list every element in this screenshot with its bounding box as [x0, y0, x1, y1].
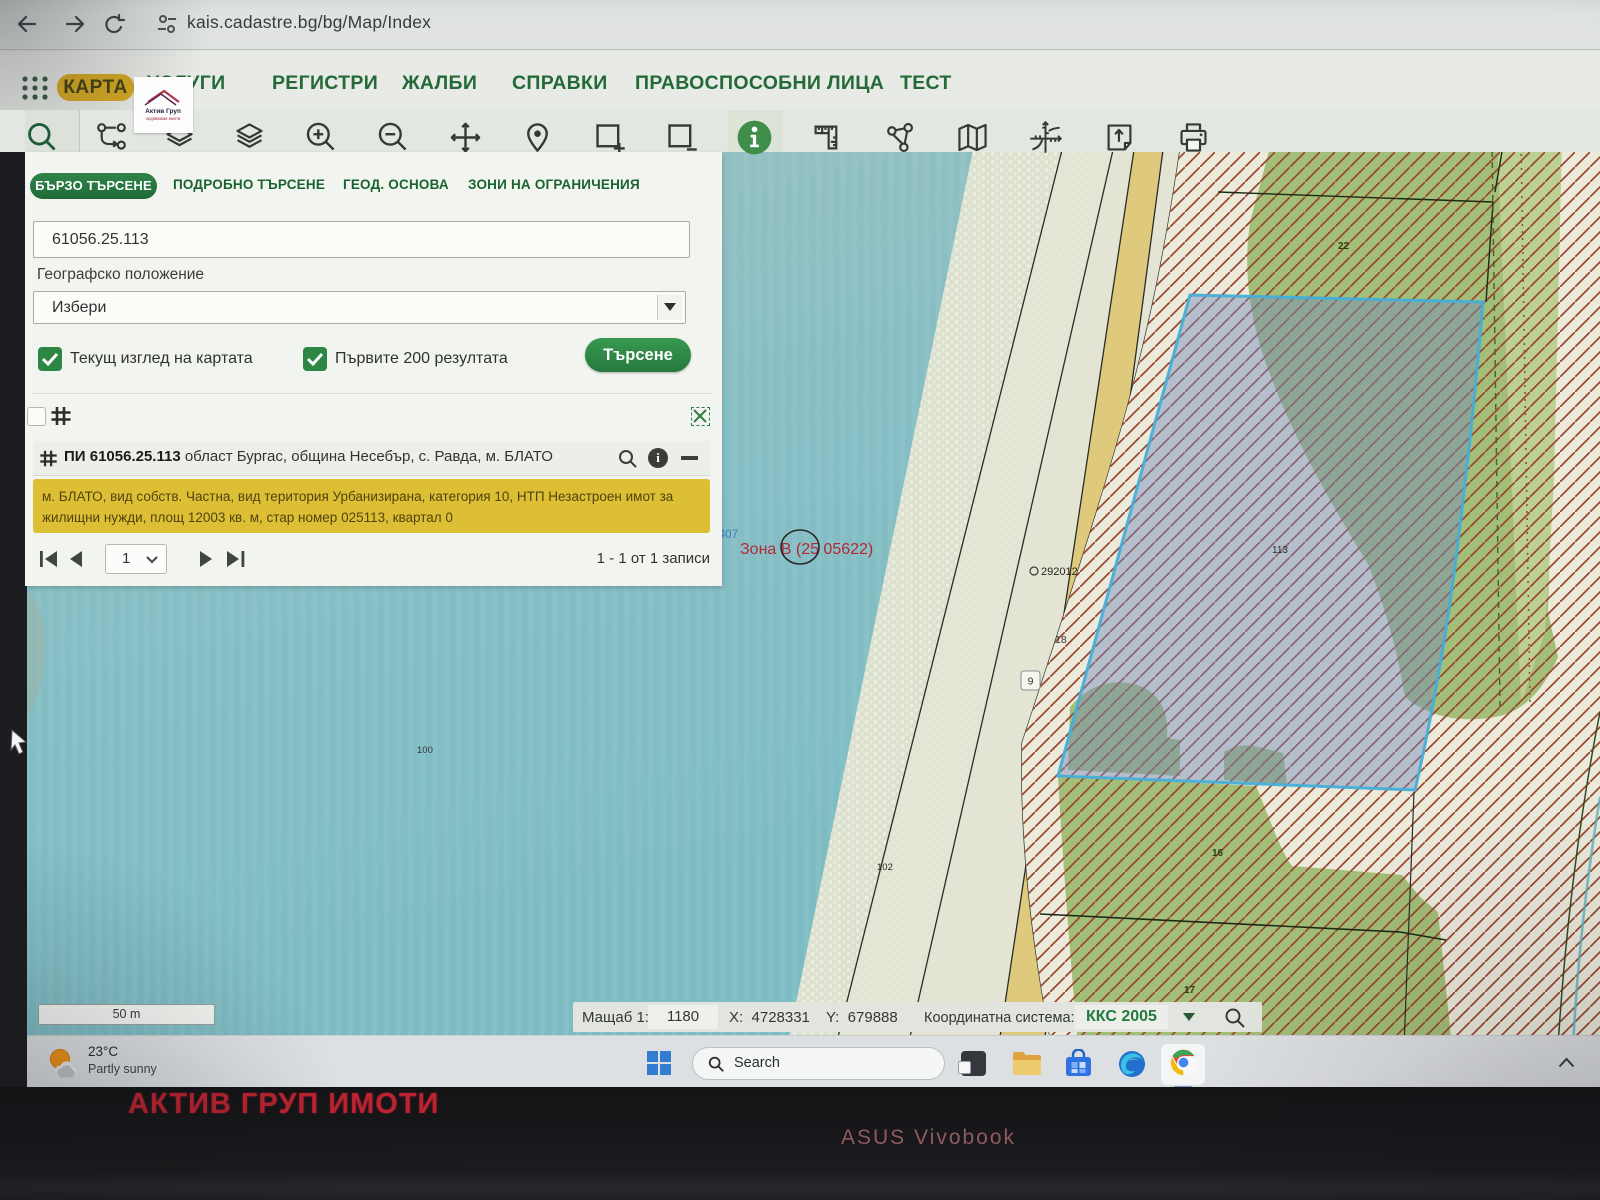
svg-text:Актив Груп: Актив Груп — [145, 108, 181, 115]
svg-text:16: 16 — [1212, 848, 1224, 859]
svg-text:9: 9 — [1028, 676, 1034, 688]
svg-text:18: 18 — [1055, 634, 1067, 646]
svg-text:100: 100 — [417, 745, 433, 756]
svg-text:113: 113 — [1272, 545, 1288, 556]
svg-text:102: 102 — [877, 862, 893, 873]
svg-text:22: 22 — [1338, 241, 1350, 252]
svg-text:недвижими имоти: недвижими имоти — [146, 116, 181, 121]
svg-text:Зона В (25 05622): Зона В (25 05622) — [740, 541, 873, 558]
svg-text:292012: 292012 — [1041, 566, 1078, 578]
svg-text:17: 17 — [1184, 985, 1196, 996]
